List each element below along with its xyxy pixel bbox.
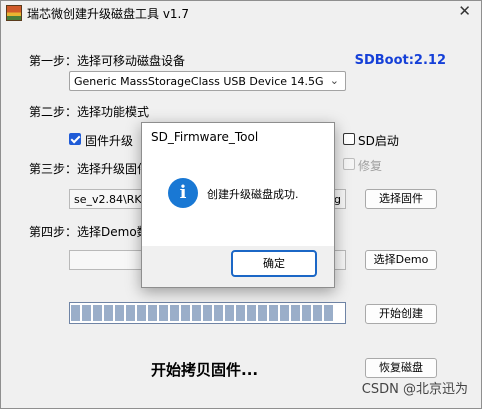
- step3-label: 第三步：选择升级固件: [29, 162, 150, 176]
- progress-segment: [137, 305, 146, 321]
- watermark: CSDN @北京迅为: [361, 382, 468, 397]
- select-demo-button[interactable]: 选择Demo: [365, 250, 437, 270]
- progress-segment: [192, 305, 201, 321]
- info-icon: i: [168, 178, 198, 208]
- step2-label: 第二步：选择功能模式: [29, 105, 150, 119]
- progress-segment: [148, 305, 157, 321]
- progress-segment: [71, 305, 80, 321]
- progress-segment: [104, 305, 113, 321]
- restore-disk-button[interactable]: 恢复磁盘: [365, 358, 437, 378]
- progress-segment: [170, 305, 179, 321]
- progress-segment: [126, 305, 135, 321]
- progress-segment: [159, 305, 168, 321]
- progress-segment: [258, 305, 267, 321]
- progress-segment: [269, 305, 278, 321]
- dialog-title: SD_Firmware_Tool: [151, 130, 259, 144]
- firmware-upgrade-checkbox[interactable]: [69, 133, 81, 145]
- window-title: 瑞芯微创建升级磁盘工具 v1.7: [27, 7, 190, 21]
- progress-segment: [115, 305, 124, 321]
- status-text: 开始拷贝固件...: [151, 361, 259, 379]
- start-create-button[interactable]: 开始创建: [365, 304, 437, 324]
- sd-boot-label: SD启动: [358, 134, 399, 148]
- progress-segment: [93, 305, 102, 321]
- title-bar: 瑞芯微创建升级磁盘工具 v1.7 ✕: [1, 1, 481, 25]
- progress-segment: [181, 305, 190, 321]
- progress-segment: [247, 305, 256, 321]
- progress-segment: [236, 305, 245, 321]
- progress-segment: [203, 305, 212, 321]
- chevron-down-icon: ⌄: [329, 74, 339, 87]
- sd-boot-checkbox[interactable]: [343, 133, 355, 145]
- dialog-body: i 创建升级磁盘成功.: [142, 150, 334, 246]
- firmware-path-text: se_v2.84\RKD: [74, 193, 151, 206]
- progress-segment: [313, 305, 322, 321]
- progress-bar: [69, 302, 346, 324]
- close-icon[interactable]: ✕: [458, 2, 471, 20]
- firmware-upgrade-label: 固件升级: [85, 134, 134, 148]
- device-select-value: Generic MassStorageClass USB Device 14.5…: [74, 75, 324, 88]
- step1-label: 第一步：选择可移动磁盘设备: [29, 54, 186, 68]
- device-select[interactable]: Generic MassStorageClass USB Device 14.5…: [69, 71, 346, 91]
- select-firmware-button[interactable]: 选择固件: [365, 189, 437, 209]
- progress-segment: [214, 305, 223, 321]
- repair-label: 修复: [358, 159, 383, 173]
- sdboot-version: SDBoot:2.12: [354, 53, 446, 68]
- progress-segment: [324, 305, 333, 321]
- progress-segment: [225, 305, 234, 321]
- dialog-message: 创建升级磁盘成功.: [207, 188, 299, 201]
- progress-segment: [302, 305, 311, 321]
- progress-segment: [280, 305, 289, 321]
- firmware-path-tail: g: [334, 193, 341, 206]
- progress-segment: [291, 305, 300, 321]
- dialog-footer: 确定: [142, 246, 334, 287]
- app-icon: [6, 5, 22, 21]
- message-dialog: SD_Firmware_Tool i 创建升级磁盘成功. 确定: [141, 122, 335, 288]
- ok-button[interactable]: 确定: [231, 250, 317, 277]
- repair-checkbox[interactable]: [343, 158, 355, 170]
- progress-segment: [82, 305, 91, 321]
